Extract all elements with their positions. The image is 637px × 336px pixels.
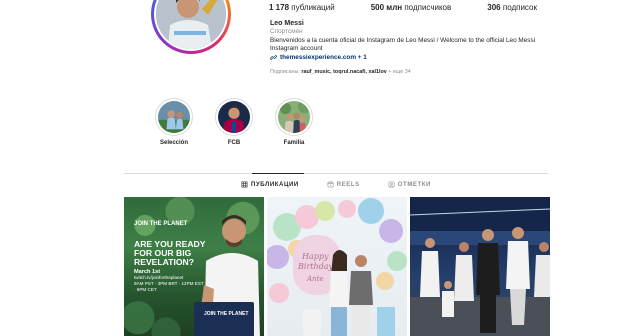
tab-label: ОТМЕТКИ xyxy=(397,181,431,188)
highlight-ring xyxy=(155,98,193,136)
link-icon xyxy=(270,55,277,60)
followed-by-suffix: + еще 34 xyxy=(386,69,411,75)
highlight-cover xyxy=(278,101,310,133)
stat-followers[interactable]: 500 млн подписчиков xyxy=(371,3,452,12)
post-site: twitch.tv/joinfortheplanet xyxy=(134,275,184,280)
tab-reels[interactable]: REELS xyxy=(327,181,360,188)
posts-count: 1 178 xyxy=(269,3,290,12)
profile-bio: Leo Messi Спортсмен Bienvenidos a la cue… xyxy=(270,20,570,62)
post-brand: JOIN THE PLANET xyxy=(134,221,188,227)
highlight-familia[interactable]: Familia xyxy=(264,98,324,146)
grid-icon xyxy=(241,181,248,188)
followers-label: подписчиков xyxy=(404,3,452,12)
stadium-illustration xyxy=(410,197,550,336)
active-tab-indicator xyxy=(252,173,304,174)
highlight-cover-familia xyxy=(278,101,310,133)
profile-avatar[interactable] xyxy=(151,0,231,54)
highlight-fcb[interactable]: FCB xyxy=(204,98,264,146)
profile-tabs: ПУБЛИКАЦИИ REELS ОТМЕТКИ xyxy=(124,181,548,188)
tab-tagged[interactable]: ОТМЕТКИ xyxy=(388,181,431,188)
bio-text-line2: Instagram account xyxy=(270,45,323,53)
post-tile[interactable]: JOIN THE PLANET ARE YOU READY FOR OUR BI… xyxy=(124,197,264,336)
posts-grid: JOIN THE PLANET ARE YOU READY FOR OUR BI… xyxy=(124,197,550,336)
highlight-label: Selección xyxy=(159,140,188,146)
followers-count: 500 млн xyxy=(370,3,403,12)
highlight-label: FCB xyxy=(227,140,241,146)
avatar-frame xyxy=(154,0,228,51)
post-info: March 1st twitch.tv/joinfortheplanet 9AM… xyxy=(134,269,204,293)
story-highlights: Selección FCB Familia xyxy=(144,98,324,146)
tab-posts[interactable]: ПУБЛИКАЦИИ xyxy=(241,181,299,188)
followed-by-users: rauf_music, toqrul.nacafi, xal1lov xyxy=(301,69,387,75)
stat-posts: 1 178 публикаций xyxy=(269,3,335,12)
highlight-label: Familia xyxy=(283,140,305,146)
profile-category: Спортсмен xyxy=(270,28,303,36)
post-tile[interactable]: Happy Birthday Ante xyxy=(267,197,407,336)
birthday-party-illustration: Happy Birthday Ante xyxy=(267,198,407,336)
profile-name: Leo Messi xyxy=(270,20,304,27)
box-brand: JOIN THE PLANET xyxy=(204,311,249,317)
following-count: 306 xyxy=(487,3,501,12)
highlight-cover xyxy=(158,101,190,133)
followed-by[interactable]: Подписаны: rauf_music, toqrul.nacafi, xa… xyxy=(270,69,411,75)
followed-by-prefix: Подписаны: xyxy=(270,69,302,75)
avatar-illustration xyxy=(156,0,226,49)
highlight-cover-fcb xyxy=(218,101,250,133)
profile-link-text: themessiexperience.com + 1 xyxy=(280,53,367,61)
banner-line2: Birthday xyxy=(297,262,334,271)
following-label: подписок xyxy=(502,3,537,12)
profile-stats: 1 178 публикаций 500 млн подписчиков 306… xyxy=(269,3,573,12)
banner-name: Ante xyxy=(306,275,324,283)
bio-text-line1: Bienvenidos a la cuenta oficial de Insta… xyxy=(270,36,536,44)
tab-label: REELS xyxy=(336,181,360,188)
highlight-ring xyxy=(215,98,253,136)
banner-line1: Happy xyxy=(301,252,329,261)
profile-link[interactable]: themessiexperience.com + 1 xyxy=(270,54,570,62)
post-times: 9AM PST · 3PM BRT · 12PM EST · 6PM CET xyxy=(134,281,204,292)
avatar-photo xyxy=(156,0,226,49)
tagged-icon xyxy=(388,181,395,188)
tab-label: ПУБЛИКАЦИИ xyxy=(251,181,299,188)
highlight-cover-seleccion xyxy=(158,101,190,133)
highlight-ring xyxy=(275,98,313,136)
tabs-divider xyxy=(124,173,548,174)
product-box xyxy=(194,302,254,336)
reels-icon xyxy=(327,181,334,188)
highlight-cover xyxy=(218,101,250,133)
stat-following[interactable]: 306 подписок xyxy=(487,3,537,12)
post-tile[interactable] xyxy=(410,197,550,336)
posts-label: публикаций xyxy=(291,3,335,12)
highlight-seleccion[interactable]: Selección xyxy=(144,98,204,146)
